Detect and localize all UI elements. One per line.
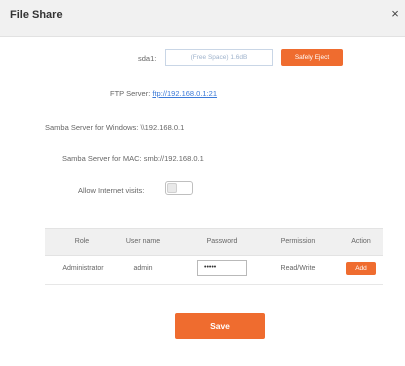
row-divider (45, 284, 383, 285)
col-header-permission: Permission (280, 238, 316, 245)
save-button[interactable]: Save (175, 313, 265, 339)
col-header-action: Action (351, 238, 371, 245)
samba-mac-value: smb://192.168.0.1 (143, 154, 204, 163)
free-space-field: (Free Space) 1.6dB (165, 49, 273, 66)
samba-windows-value: \\192.168.0.1 (140, 123, 185, 132)
samba-mac-label: Samba Server for MAC: (62, 154, 142, 163)
ftp-label: FTP Server: (110, 89, 151, 98)
internet-visits-toggle[interactable] (165, 181, 193, 195)
close-icon[interactable]: × (389, 7, 401, 21)
cell-role: Administrator (62, 265, 104, 272)
add-user-button[interactable]: Add (346, 262, 376, 275)
file-share-dialog: File Share × sda1: (Free Space) 1.6dB Sa… (0, 0, 405, 366)
col-header-password: Password (206, 238, 238, 245)
dialog-title: File Share (10, 9, 63, 21)
ftp-row: FTP Server: ftp://192.168.0.1:21 (110, 89, 217, 98)
ftp-link[interactable]: ftp://192.168.0.1:21 (152, 89, 217, 98)
toggle-knob (167, 183, 177, 193)
samba-mac-row: Samba Server for MAC: smb://192.168.0.1 (62, 154, 204, 163)
storage-label: sda1: (138, 54, 157, 63)
cell-username: admin (133, 265, 153, 272)
samba-windows-row: Samba Server for Windows: \\192.168.0.1 (45, 123, 184, 132)
internet-visits-label: Allow Internet visits: (78, 186, 145, 195)
password-input[interactable]: ••••• (197, 260, 247, 276)
safely-eject-button[interactable]: Safely Eject (281, 49, 343, 66)
dialog-header: File Share × (0, 0, 405, 37)
col-header-role: Role (74, 238, 90, 245)
cell-permission[interactable]: Read/Write (268, 265, 328, 272)
col-header-username: User name (125, 238, 161, 245)
samba-windows-label: Samba Server for Windows: (45, 123, 139, 132)
